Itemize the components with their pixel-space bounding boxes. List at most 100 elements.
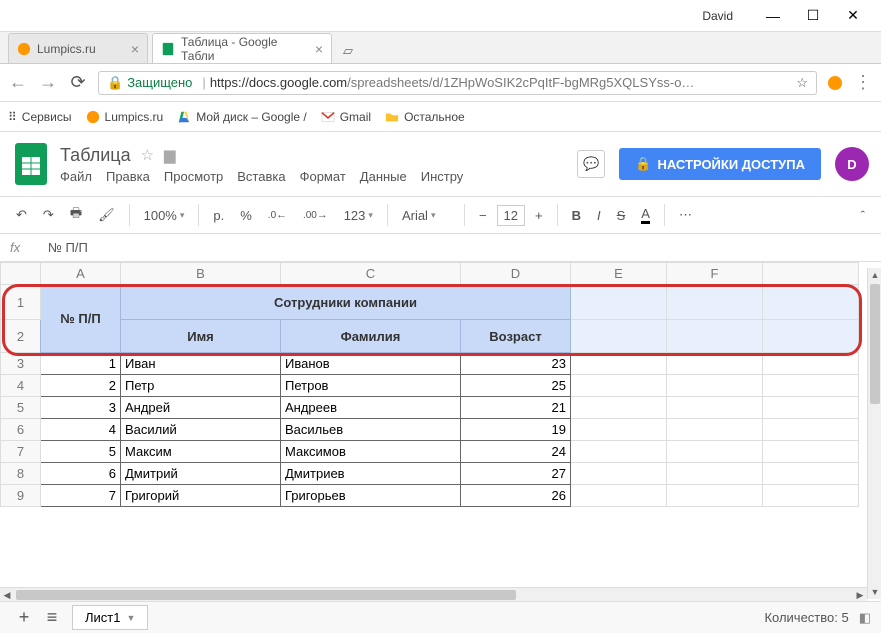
- column-header[interactable]: F: [667, 263, 763, 285]
- window-maximize-button[interactable]: ☐: [793, 2, 833, 30]
- cell[interactable]: [667, 463, 763, 485]
- number-format-select[interactable]: 123: [338, 204, 379, 227]
- row-number[interactable]: 3: [1, 353, 41, 375]
- cell-age[interactable]: 26: [461, 485, 571, 507]
- font-size-decrease[interactable]: −: [473, 204, 493, 227]
- cell-age[interactable]: 21: [461, 397, 571, 419]
- cell[interactable]: [667, 320, 763, 353]
- cell-id[interactable]: 4: [41, 419, 121, 441]
- cell-id[interactable]: 3: [41, 397, 121, 419]
- sheet-tab[interactable]: Лист1 ▼: [72, 605, 148, 630]
- comments-button[interactable]: 💬: [577, 150, 605, 178]
- collapse-toolbar-button[interactable]: ˆ: [855, 204, 871, 227]
- cell-id[interactable]: 6: [41, 463, 121, 485]
- menu-view[interactable]: Просмотр: [164, 169, 223, 184]
- cell[interactable]: [763, 463, 859, 485]
- cell[interactable]: [571, 375, 667, 397]
- cell[interactable]: [667, 419, 763, 441]
- decrease-decimal-button[interactable]: .0←: [262, 205, 293, 225]
- cell[interactable]: [571, 463, 667, 485]
- sheets-logo-icon[interactable]: [12, 140, 50, 188]
- menu-edit[interactable]: Правка: [106, 169, 150, 184]
- cell-surname[interactable]: Андреев: [281, 397, 461, 419]
- row-number[interactable]: 1: [1, 285, 41, 320]
- star-icon[interactable]: ☆: [141, 146, 154, 164]
- cell[interactable]: [763, 419, 859, 441]
- explore-button[interactable]: ◧: [859, 610, 871, 626]
- scroll-thumb[interactable]: [16, 590, 516, 600]
- bookmark-star-icon[interactable]: ☆: [796, 75, 808, 91]
- nav-reload-button[interactable]: ⟳: [68, 72, 88, 93]
- folder-move-icon[interactable]: ▆: [164, 146, 176, 164]
- user-avatar[interactable]: D: [835, 147, 869, 181]
- cell-surname[interactable]: Максимов: [281, 441, 461, 463]
- scroll-up-icon[interactable]: ▲: [868, 268, 881, 282]
- cell-name[interactable]: Василий: [121, 419, 281, 441]
- cell-name[interactable]: Андрей: [121, 397, 281, 419]
- cell[interactable]: [571, 485, 667, 507]
- nav-back-button[interactable]: ←: [8, 72, 28, 93]
- redo-button[interactable]: ↷: [37, 203, 60, 227]
- status-count[interactable]: Количество: 5: [764, 610, 848, 625]
- cell-surname[interactable]: Петров: [281, 375, 461, 397]
- header-name[interactable]: Имя: [121, 320, 281, 353]
- row-number[interactable]: 2: [1, 320, 41, 353]
- cell[interactable]: [763, 353, 859, 375]
- vertical-scrollbar[interactable]: ▲ ▼: [867, 268, 881, 599]
- select-all-corner[interactable]: [1, 263, 41, 285]
- cell[interactable]: [667, 285, 763, 320]
- scroll-right-icon[interactable]: ▶: [853, 588, 867, 602]
- text-color-button[interactable]: A: [635, 202, 656, 228]
- menu-file[interactable]: Файл: [60, 169, 92, 184]
- sheet-menu-icon[interactable]: ▼: [126, 613, 135, 623]
- scroll-down-icon[interactable]: ▼: [868, 585, 881, 599]
- formula-input[interactable]: № П/П: [48, 240, 88, 255]
- menu-format[interactable]: Формат: [300, 169, 346, 184]
- menu-data[interactable]: Данные: [360, 169, 407, 184]
- header-npp[interactable]: № П/П: [41, 285, 121, 353]
- row-number[interactable]: 9: [1, 485, 41, 507]
- cell-name[interactable]: Петр: [121, 375, 281, 397]
- row-number[interactable]: 4: [1, 375, 41, 397]
- cell[interactable]: [571, 419, 667, 441]
- cell[interactable]: [763, 485, 859, 507]
- bold-button[interactable]: B: [566, 204, 587, 227]
- cell-surname[interactable]: Иванов: [281, 353, 461, 375]
- currency-button[interactable]: р.: [207, 204, 230, 227]
- column-header[interactable]: D: [461, 263, 571, 285]
- share-button[interactable]: 🔒НАСТРОЙКИ ДОСТУПА: [619, 148, 821, 180]
- cell[interactable]: [763, 375, 859, 397]
- column-header[interactable]: C: [281, 263, 461, 285]
- cell[interactable]: [571, 320, 667, 353]
- cell-id[interactable]: 5: [41, 441, 121, 463]
- cell-age[interactable]: 23: [461, 353, 571, 375]
- cell[interactable]: [763, 397, 859, 419]
- bookmark-drive[interactable]: Мой диск – Google /: [177, 110, 307, 124]
- bookmark-lumpics[interactable]: Lumpics.ru: [86, 110, 164, 124]
- header-age[interactable]: Возраст: [461, 320, 571, 353]
- scroll-thumb[interactable]: [870, 284, 880, 404]
- cell[interactable]: [763, 320, 859, 353]
- strike-button[interactable]: S: [611, 204, 632, 227]
- font-size-input[interactable]: 12: [497, 205, 525, 226]
- font-size-increase[interactable]: +: [529, 204, 549, 227]
- cell[interactable]: [667, 353, 763, 375]
- menu-tools[interactable]: Инстру: [421, 169, 464, 184]
- paint-format-button[interactable]: 🖌: [92, 203, 121, 227]
- window-minimize-button[interactable]: —: [753, 2, 793, 30]
- document-title[interactable]: Таблица: [60, 145, 131, 166]
- cell-id[interactable]: 7: [41, 485, 121, 507]
- column-header[interactable]: A: [41, 263, 121, 285]
- tab-close-icon[interactable]: ×: [309, 41, 323, 57]
- bookmark-gmail[interactable]: Gmail: [321, 110, 371, 124]
- all-sheets-button[interactable]: ≡: [38, 607, 66, 628]
- percent-button[interactable]: %: [234, 204, 258, 227]
- row-number[interactable]: 5: [1, 397, 41, 419]
- font-select[interactable]: Arial: [396, 204, 456, 227]
- cell-name[interactable]: Иван: [121, 353, 281, 375]
- cell-name[interactable]: Максим: [121, 441, 281, 463]
- cell[interactable]: [571, 353, 667, 375]
- tab-close-icon[interactable]: ×: [125, 41, 139, 57]
- browser-tab-sheets[interactable]: Таблица - Google Табли ×: [152, 33, 332, 63]
- column-header[interactable]: B: [121, 263, 281, 285]
